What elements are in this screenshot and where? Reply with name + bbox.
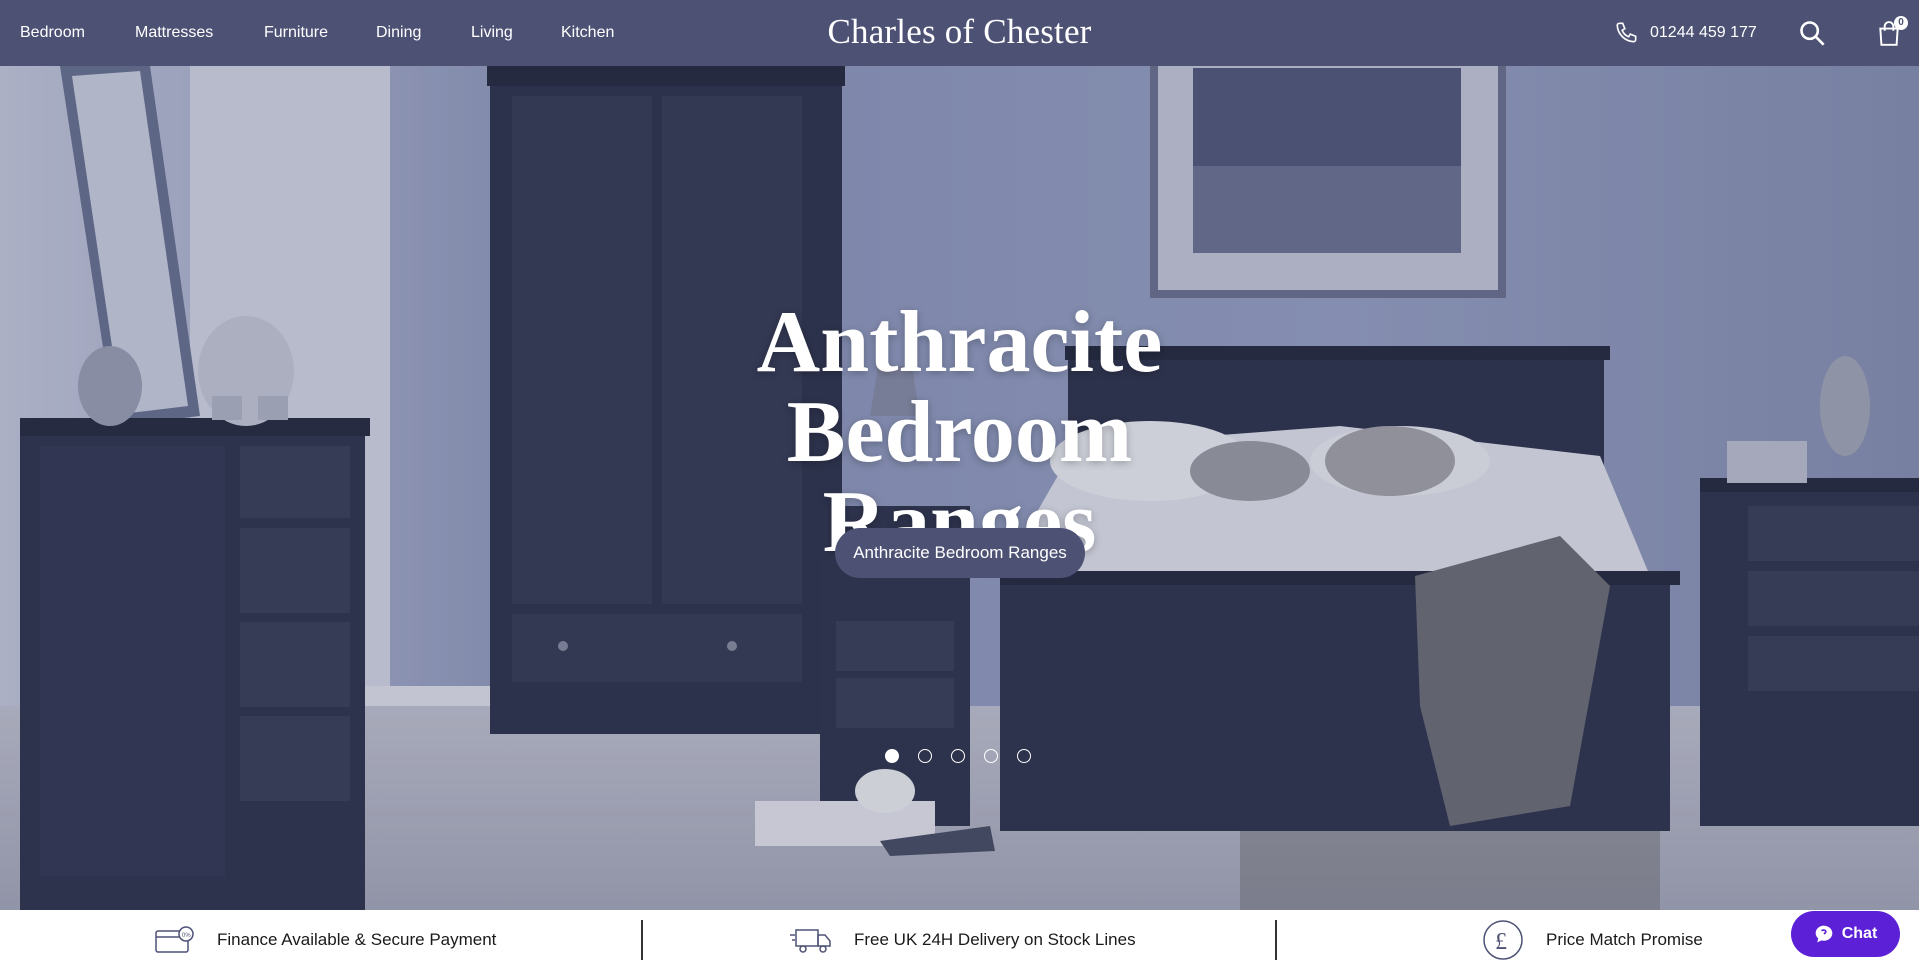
nav-bedroom[interactable]: Bedroom [20,24,85,42]
slider-dot-3[interactable] [951,749,965,763]
slider-dot-2[interactable] [918,749,932,763]
phone-number: 01244 459 177 [1650,24,1757,41]
search-button[interactable] [1797,19,1827,49]
chat-label: Chat [1841,925,1878,942]
chat-bubble-icon [1815,925,1833,943]
delivery-truck-icon [790,929,831,953]
brand-logo[interactable]: Charles of Chester [827,12,1091,51]
svg-text:£: £ [1495,929,1507,955]
usp-divider [1275,920,1277,960]
slider-dot-4[interactable] [984,749,998,763]
svg-text:0%: 0% [182,933,191,939]
chat-button[interactable]: Chat [1791,911,1900,957]
slider-dot-1[interactable] [885,749,899,763]
usp-delivery: Free UK 24H Delivery on Stock Lines [790,910,1136,970]
nav-kitchen[interactable]: Kitchen [561,24,614,42]
slider-dots [885,749,1031,763]
usp-divider [641,920,643,960]
hero-title-line-1: Anthracite Bedroom [756,294,1163,481]
cart-count-badge: 0 [1894,16,1908,30]
nav-mattresses[interactable]: Mattresses [135,24,213,42]
search-icon [1800,21,1825,46]
hero-slider: Anthracite Bedroom Ranges Anthracite Bed… [0,66,1919,910]
nav-living[interactable]: Living [471,24,513,42]
nav-dining[interactable]: Dining [376,24,421,42]
credit-card-icon: 0% [155,926,194,953]
usp-price-match-text: Price Match Promise [1546,930,1703,949]
usp-delivery-text: Free UK 24H Delivery on Stock Lines [854,930,1136,949]
phone-link[interactable]: 01244 459 177 [1614,20,1757,46]
phone-icon [1616,22,1637,43]
usp-bar: 0% Finance Available & Secure Payment Fr… [0,910,1919,970]
usp-finance: 0% Finance Available & Secure Payment [155,910,496,970]
usp-finance-text: Finance Available & Secure Payment [217,930,497,949]
nav-furniture[interactable]: Furniture [264,24,328,42]
site-header: Bedroom Mattresses Furniture Dining Livi… [0,0,1919,66]
cart-button[interactable]: 0 [1874,16,1908,50]
usp-price-match: £ Price Match Promise [1482,910,1703,970]
slider-dot-5[interactable] [1017,749,1031,763]
hero-cta-button[interactable]: Anthracite Bedroom Ranges [835,528,1085,578]
pound-icon: £ [1483,920,1523,960]
